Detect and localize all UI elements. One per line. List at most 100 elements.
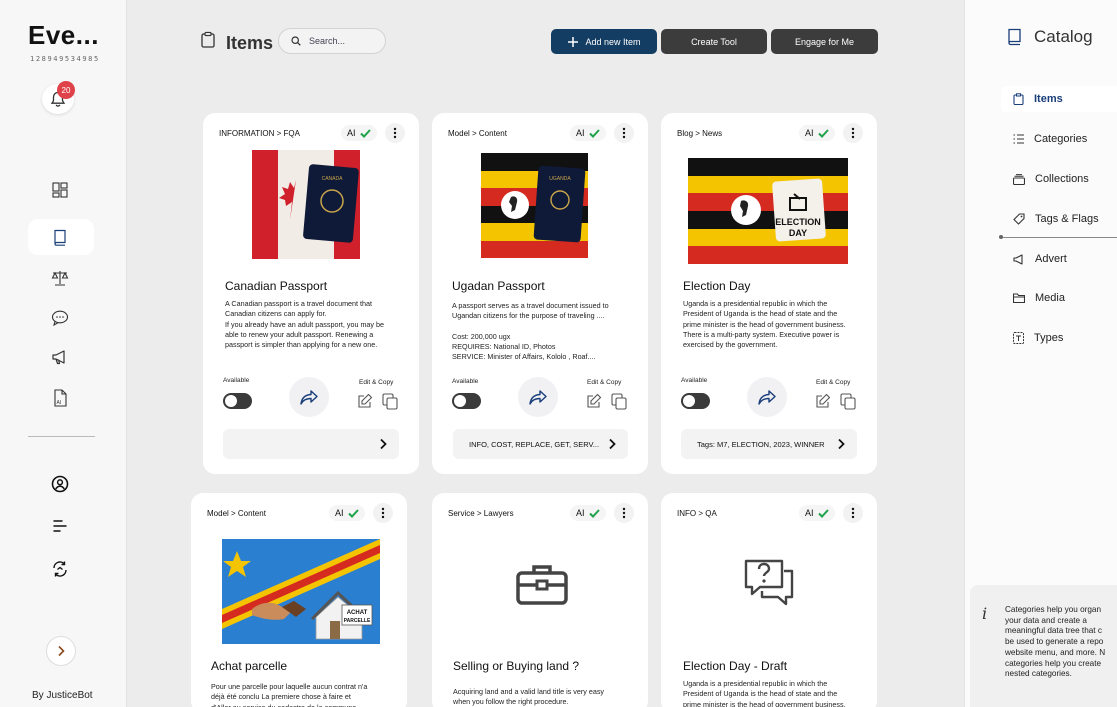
profile-nav[interactable] bbox=[48, 472, 72, 496]
search-box[interactable] bbox=[278, 28, 386, 54]
item-card-achat-parcelle[interactable]: Model > Content AI ACHAT PARCELLE Achat … bbox=[191, 493, 407, 707]
edit-copy-label: Edit & Copy bbox=[816, 379, 851, 386]
card-description: Acquiring land and a valid land title is… bbox=[453, 687, 605, 707]
share-button[interactable] bbox=[289, 377, 329, 417]
catalog-nav[interactable] bbox=[48, 225, 72, 249]
rail-divider bbox=[28, 436, 95, 437]
election-sign-text: ELECTION bbox=[775, 217, 821, 227]
catalog-item-collections[interactable]: Collections bbox=[1001, 166, 1117, 192]
user-circle-icon bbox=[51, 475, 69, 493]
copy-icon[interactable] bbox=[382, 393, 399, 410]
megaphone-icon bbox=[52, 350, 65, 365]
ugandan-passport-image: UGANDA bbox=[481, 153, 588, 258]
achat-sign-text-2: PARCELLE bbox=[344, 618, 371, 624]
add-new-item-button[interactable]: Add new Item bbox=[551, 29, 657, 54]
edit-copy-label: Edit & Copy bbox=[359, 379, 394, 386]
create-tool-button[interactable]: Create Tool bbox=[661, 29, 767, 54]
more-options-button[interactable] bbox=[843, 123, 863, 143]
more-options-button[interactable] bbox=[614, 503, 634, 523]
catalog-divider bbox=[999, 235, 1117, 239]
integrations-nav[interactable] bbox=[48, 557, 72, 581]
copy-icon[interactable] bbox=[611, 393, 628, 410]
ai-label: AI bbox=[576, 128, 585, 138]
catalog-item-types[interactable]: Types bbox=[1001, 325, 1117, 351]
collection-icon bbox=[1013, 173, 1025, 185]
types-icon bbox=[1013, 332, 1024, 344]
chevron-right-icon bbox=[838, 438, 845, 450]
page-title: Items bbox=[226, 33, 274, 53]
card-breadcrumb: Model > Content bbox=[448, 129, 507, 138]
catalog-item-items[interactable]: Items bbox=[1001, 86, 1117, 112]
documents-nav[interactable]: AI bbox=[48, 386, 72, 410]
item-card-canadian-passport[interactable]: INFORMATION > FQA AI CANADA Canadian Pas… bbox=[203, 113, 419, 474]
share-button[interactable] bbox=[518, 377, 558, 417]
chat-bubble-icon bbox=[51, 310, 69, 326]
book-icon bbox=[1008, 28, 1021, 46]
share-button[interactable] bbox=[747, 377, 787, 417]
expand-sidebar-button[interactable] bbox=[46, 636, 76, 666]
catalog-item-advert[interactable]: Advert bbox=[1001, 246, 1117, 272]
item-card-election-day[interactable]: Blog > News AI ELECTION DAY Election Day… bbox=[661, 113, 877, 474]
item-card-election-day-draft[interactable]: INFO > QA AI Election Day - Draft Uganda… bbox=[661, 493, 877, 707]
edit-icon[interactable] bbox=[357, 393, 373, 409]
ai-status-chip: AI bbox=[570, 505, 606, 521]
item-card-selling-buying-land[interactable]: Service > Lawyers AI Selling or Buying l… bbox=[432, 493, 648, 707]
availability-toggle[interactable] bbox=[223, 393, 252, 409]
achat-parcelle-image: ACHAT PARCELLE bbox=[222, 539, 380, 644]
available-label: Available bbox=[452, 378, 479, 385]
search-input[interactable] bbox=[309, 36, 379, 46]
catalog-info-content: Categories help you organ your data and … bbox=[1005, 605, 1106, 679]
announce-nav[interactable] bbox=[48, 345, 72, 369]
more-vertical-icon bbox=[622, 127, 626, 139]
engage-label: Engage for Me bbox=[794, 36, 855, 47]
legal-nav[interactable] bbox=[48, 266, 72, 290]
more-options-button[interactable] bbox=[373, 503, 393, 523]
catalog-item-label: Tags & Flags bbox=[1035, 213, 1099, 225]
card-title: Election Day - Draft bbox=[683, 659, 788, 673]
catalog-title: Catalog bbox=[1034, 27, 1093, 46]
notification-badge: 20 bbox=[57, 81, 75, 99]
card-title: Ugadan Passport bbox=[452, 279, 545, 293]
more-options-button[interactable] bbox=[843, 503, 863, 523]
account-number: 128949534985 bbox=[30, 55, 100, 63]
tags-bar[interactable] bbox=[223, 429, 399, 459]
svg-text:AI: AI bbox=[57, 400, 62, 406]
availability-toggle[interactable] bbox=[681, 393, 710, 409]
card-breadcrumb: Model > Content bbox=[207, 509, 266, 518]
copy-icon[interactable] bbox=[840, 393, 857, 410]
app-logo[interactable]: Eve... bbox=[28, 20, 99, 51]
more-vertical-icon bbox=[851, 127, 855, 139]
item-card-ugandan-passport[interactable]: Model > Content AI UGANDA Ugadan Passpor… bbox=[432, 113, 648, 474]
engage-for-me-button[interactable]: Engage for Me bbox=[771, 29, 878, 54]
tags-bar[interactable]: INFO, COST, REPLACE, GET, SERV... bbox=[453, 429, 628, 459]
info-icon: i bbox=[982, 604, 988, 623]
chat-nav[interactable] bbox=[48, 306, 72, 330]
card-description: Uganda is a presidential republic in whi… bbox=[683, 299, 846, 350]
ai-label: AI bbox=[805, 128, 814, 138]
question-chat-icon bbox=[744, 559, 794, 606]
clipboard-icon bbox=[1013, 93, 1024, 105]
catalog-item-categories[interactable]: Categories bbox=[1001, 126, 1117, 152]
ai-label: AI bbox=[576, 508, 585, 518]
more-options-button[interactable] bbox=[614, 123, 634, 143]
edit-copy-label: Edit & Copy bbox=[587, 379, 622, 386]
clipboard-icon bbox=[201, 31, 215, 48]
more-options-button[interactable] bbox=[385, 123, 405, 143]
more-vertical-icon bbox=[622, 507, 626, 519]
availability-toggle[interactable] bbox=[452, 393, 481, 409]
dashboard-icon bbox=[52, 182, 68, 198]
catalog-item-media[interactable]: Media bbox=[1001, 285, 1117, 311]
edit-icon[interactable] bbox=[815, 393, 831, 409]
check-icon bbox=[588, 128, 600, 138]
more-vertical-icon bbox=[851, 507, 855, 519]
ai-label: AI bbox=[347, 128, 356, 138]
election-day-image: ELECTION DAY bbox=[688, 158, 848, 264]
edit-icon[interactable] bbox=[586, 393, 602, 409]
menu-nav[interactable] bbox=[48, 514, 72, 538]
list-icon bbox=[1013, 134, 1024, 144]
tags-bar[interactable]: Tags: M7, ELECTION, 2023, WINNER bbox=[681, 429, 857, 459]
dashboard-nav[interactable] bbox=[48, 178, 72, 202]
catalog-item-tags-flags[interactable]: Tags & Flags bbox=[1001, 206, 1117, 232]
more-vertical-icon bbox=[381, 507, 385, 519]
tags-text: Tags: M7, ELECTION, 2023, WINNER bbox=[697, 439, 825, 449]
